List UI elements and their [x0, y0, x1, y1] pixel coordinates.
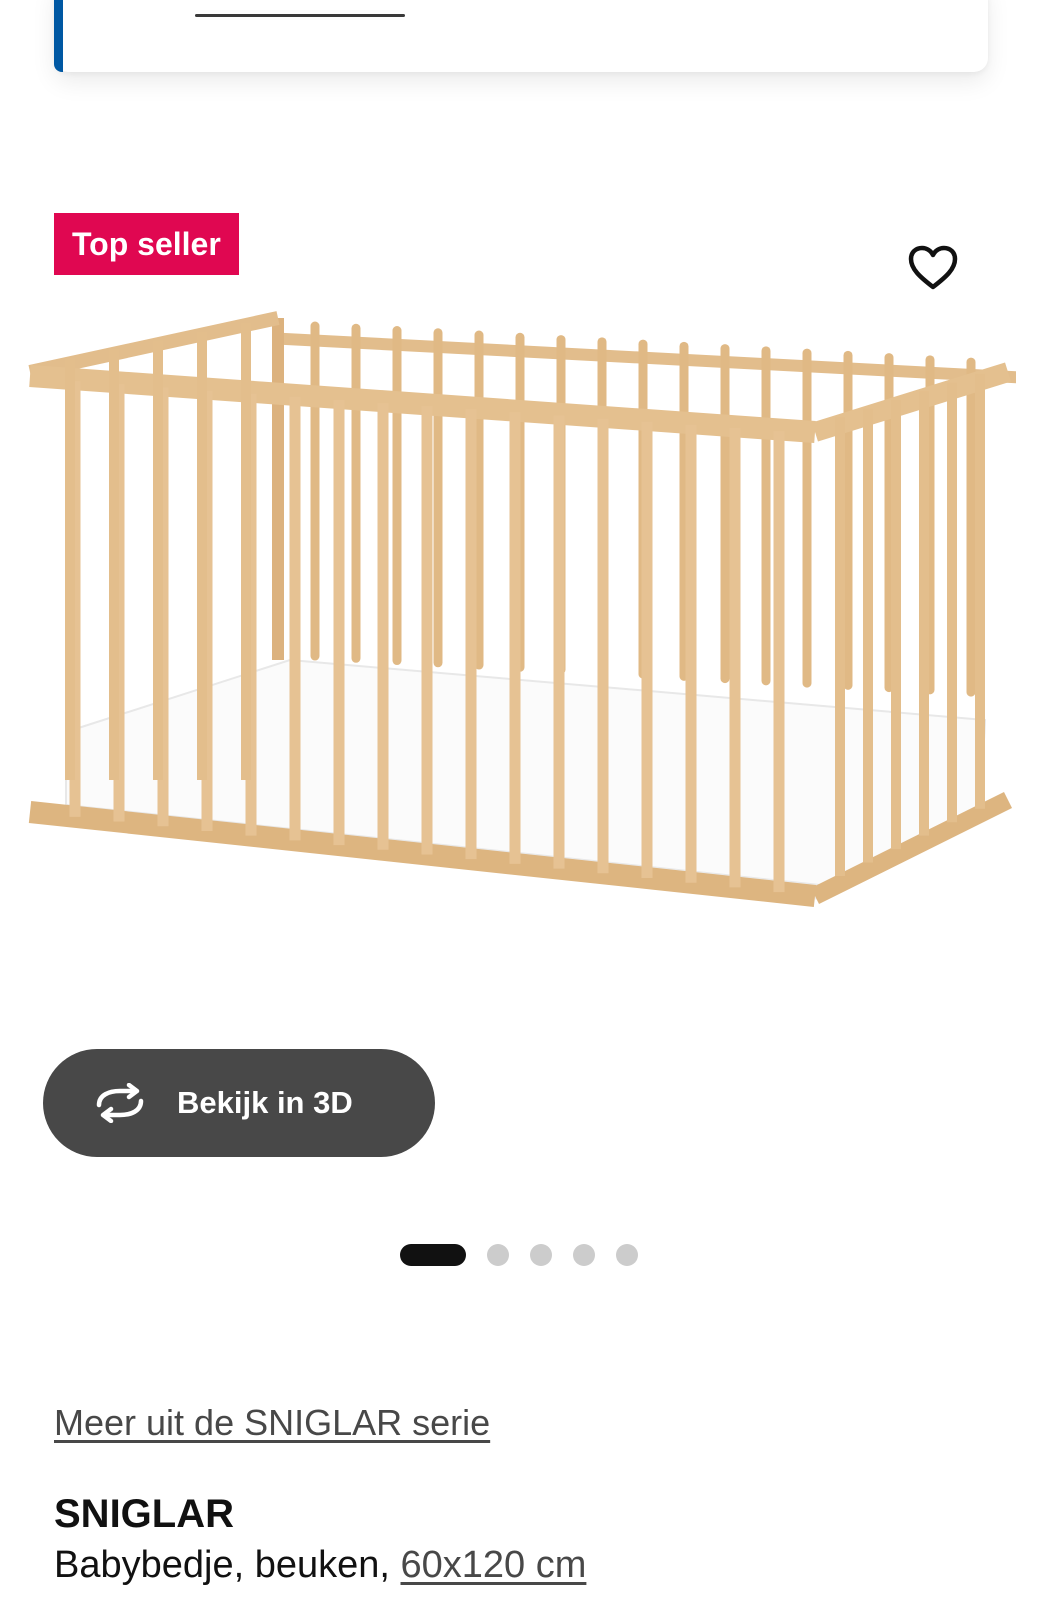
carousel-dot[interactable] [530, 1244, 552, 1266]
carousel-dot[interactable] [487, 1244, 509, 1266]
product-description-text: Babybedje, beuken, [54, 1544, 390, 1586]
carousel-indicator [400, 1244, 659, 1266]
top-seller-badge: Top seller [54, 213, 239, 275]
rotate-3d-icon [91, 1081, 149, 1125]
view-in-3d-button[interactable]: Bekijk in 3D [43, 1049, 435, 1157]
carousel-dot[interactable] [573, 1244, 595, 1266]
crib-image [21, 311, 1016, 1022]
product-description: Babybedje, beuken, 60x120 cm [54, 1544, 586, 1587]
product-name: SNIGLAR [54, 1492, 234, 1536]
carousel-dot[interactable] [616, 1244, 638, 1266]
carousel-dot-active[interactable] [400, 1244, 466, 1266]
favorite-button[interactable] [905, 240, 961, 296]
view-in-3d-label: Bekijk in 3D [177, 1085, 353, 1120]
top-card-underline [195, 14, 405, 17]
product-size-link[interactable]: 60x120 cm [401, 1544, 587, 1586]
series-link[interactable]: Meer uit de SNIGLAR serie [54, 1402, 490, 1444]
top-card-accent-bar [54, 0, 63, 72]
heart-outline-icon [908, 245, 958, 290]
top-info-card [54, 0, 988, 72]
